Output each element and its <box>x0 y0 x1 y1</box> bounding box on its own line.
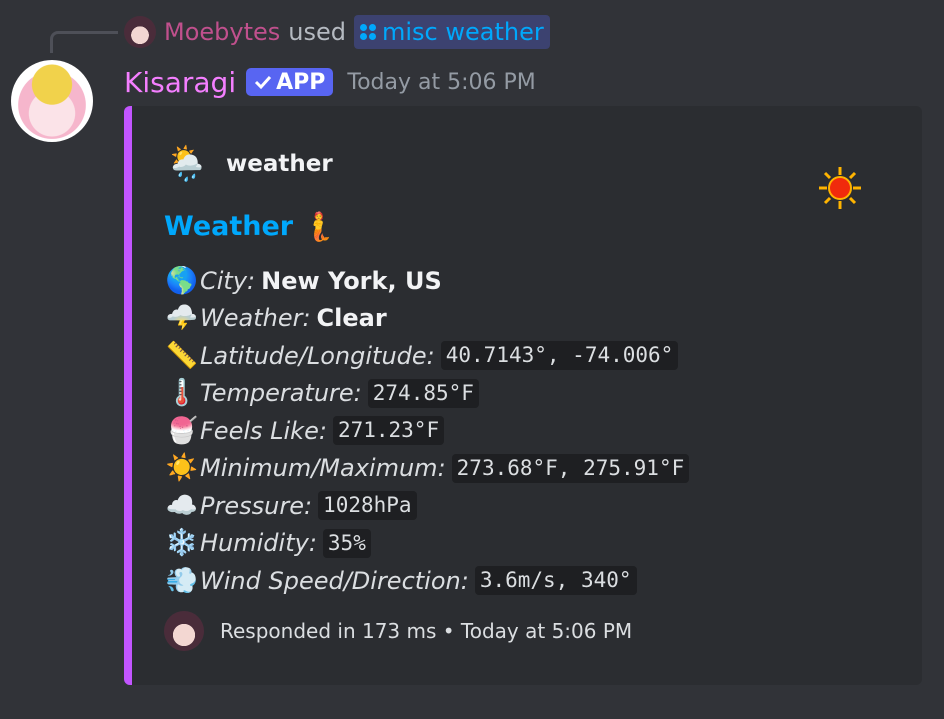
shaved-ice-icon: 🍧 <box>165 415 199 446</box>
field-label: Weather: <box>200 304 311 333</box>
weather-embed: 🌦️ weather Weather 🧜 🌎 City: New York, U… <box>124 106 922 685</box>
field-label: City: <box>200 266 256 295</box>
field-row: 📏 Latitude/Longitude: 40.7143°, -74.006° <box>164 337 904 375</box>
field-label: Temperature: <box>200 379 362 408</box>
field-value: 271.23°F <box>332 416 445 446</box>
field-value: 274.85°F <box>367 378 479 408</box>
sun-icon: ☀️ <box>165 453 199 484</box>
field-row: ☁️ Pressure: 1028hPa <box>164 487 904 525</box>
field-row: 💨 Wind Speed/Direction: 3.6m/s, 340° <box>164 562 904 600</box>
message-header: Kisaragi APP Today at 5:06 PM <box>124 64 536 100</box>
field-value: 273.68°F, 275.91°F <box>451 453 690 483</box>
app-badge[interactable]: APP <box>246 68 334 96</box>
cloud-icon: ☁️ <box>165 490 199 521</box>
command-mention[interactable]: misc weather <box>354 15 550 49</box>
embed-author-name: weather <box>226 151 333 177</box>
snowflake-icon: ❄️ <box>165 528 199 559</box>
footer-text: Responded in 173 ms • Today at 5:06 PM <box>220 619 633 643</box>
thermometer-icon: 🌡️ <box>165 378 199 409</box>
field-row: 🍧 Feels Like: 271.23°F <box>164 412 904 450</box>
used-text: used <box>288 18 346 46</box>
field-value: New York, US <box>261 266 442 295</box>
command-interaction: Moebytes used misc weather <box>124 14 550 50</box>
field-label: Minimum/Maximum: <box>200 454 446 483</box>
embed-description: 🌎 City: New York, US 🌩️ Weather: Clear 📏 Latitu… <box>164 262 904 600</box>
field-row: 🌡️ Temperature: 274.85°F <box>164 375 904 413</box>
command-name: misc weather <box>382 18 544 46</box>
field-label: Humidity: <box>200 529 317 558</box>
field-label: Latitude/Longitude: <box>200 341 435 370</box>
field-value: 1028hPa <box>318 491 417 521</box>
message-timestamp[interactable]: Today at 5:06 PM <box>347 70 535 95</box>
storm-cloud-icon: 🌩️ <box>165 303 199 334</box>
field-row: 🌩️ Weather: Clear <box>164 300 904 338</box>
footer-avatar <box>164 611 204 651</box>
bot-avatar[interactable] <box>11 60 93 142</box>
embed-title: Weather 🧜 <box>164 206 336 246</box>
embed-author: 🌦️ weather <box>162 144 333 184</box>
field-value: 35% <box>322 528 371 558</box>
app-badge-label: APP <box>276 69 326 95</box>
invoker-username[interactable]: Moebytes <box>164 18 280 46</box>
field-label: Feels Like: <box>200 416 327 445</box>
field-value: 40.7143°, -74.006° <box>440 341 679 371</box>
field-row: ☀️ Minimum/Maximum: 273.68°F, 275.91°F <box>164 450 904 488</box>
field-value: Clear <box>316 304 387 333</box>
sun-icon[interactable] <box>816 164 864 212</box>
slash-command-icon <box>360 24 376 40</box>
embed-footer: Responded in 173 ms • Today at 5:06 PM <box>164 611 632 651</box>
bot-username[interactable]: Kisaragi <box>124 66 236 99</box>
chat-message: Moebytes used misc weather Kisaragi APP … <box>0 0 944 719</box>
field-value: 3.6m/s, 340° <box>474 566 637 596</box>
field-row: 🌎 City: New York, US <box>164 262 904 300</box>
wind-icon: 💨 <box>165 565 199 596</box>
field-label: Wind Speed/Direction: <box>200 566 469 595</box>
embed-title-text[interactable]: Weather <box>164 211 293 242</box>
checkmark-icon <box>255 75 272 90</box>
reply-spine <box>50 31 118 53</box>
field-label: Pressure: <box>200 491 313 520</box>
globe-icon: 🌎 <box>165 265 199 296</box>
invoker-avatar[interactable] <box>124 16 156 48</box>
cloud-sun-rain-icon: 🌦️ <box>165 144 209 184</box>
mermaid-emoji-icon: 🧜 <box>301 209 336 243</box>
field-row: ❄️ Humidity: 35% <box>164 525 904 563</box>
ruler-icon: 📏 <box>165 340 199 371</box>
